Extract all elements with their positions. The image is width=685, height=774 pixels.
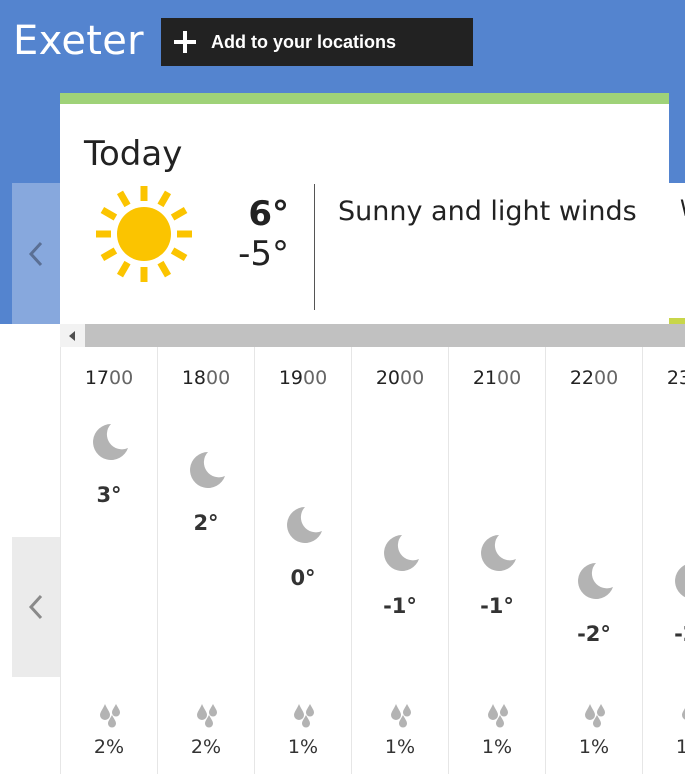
plus-icon bbox=[174, 31, 196, 53]
rain-chance: 1% bbox=[578, 736, 610, 758]
hour-temperature: 3° bbox=[96, 483, 122, 507]
hour-value: 21 bbox=[472, 367, 497, 389]
next-day-peek-text: W bbox=[680, 197, 685, 222]
hour-column[interactable]: 1900 0° 1% bbox=[254, 347, 351, 774]
moon-icon bbox=[384, 535, 419, 571]
hour-column[interactable]: 2100 -1° 1% bbox=[448, 347, 545, 774]
rain-chance: 1% bbox=[287, 736, 319, 758]
location-name: Exeter bbox=[13, 18, 144, 64]
today-title: Today bbox=[84, 134, 183, 174]
hour-time: 2300 bbox=[643, 367, 685, 389]
moon-icon bbox=[481, 535, 516, 571]
chevron-left-icon bbox=[28, 594, 43, 620]
moon-icon bbox=[287, 507, 322, 543]
raindrops-icon bbox=[488, 704, 508, 728]
hour-time: 2100 bbox=[449, 367, 545, 389]
hour-temperature: 2° bbox=[193, 511, 219, 535]
scroll-left-button[interactable] bbox=[60, 324, 84, 347]
add-to-locations-button[interactable]: Add to your locations bbox=[161, 18, 473, 66]
sun-icon bbox=[96, 186, 192, 282]
hour-temperature: -1° bbox=[480, 594, 514, 618]
raindrops-icon bbox=[294, 704, 314, 728]
hour-value: 20 bbox=[375, 367, 400, 389]
today-low-temperature: -5° bbox=[238, 234, 289, 274]
minute-value: 00 bbox=[594, 367, 619, 389]
raindrops-icon bbox=[585, 704, 605, 728]
hour-time: 1700 bbox=[61, 367, 157, 389]
hour-value: 17 bbox=[84, 367, 109, 389]
minute-value: 00 bbox=[497, 367, 522, 389]
rain-chance: 1% bbox=[675, 736, 685, 758]
raindrops-icon bbox=[197, 704, 217, 728]
next-day-card[interactable]: W bbox=[669, 183, 685, 324]
hour-temperature: -2° bbox=[674, 622, 685, 646]
hour-column[interactable]: 2300 -2° 1% bbox=[642, 347, 685, 774]
scrollbar-thumb[interactable] bbox=[85, 324, 685, 347]
hour-value: 23 bbox=[666, 367, 685, 389]
hour-column[interactable]: 1700 3° 2% bbox=[60, 347, 157, 774]
rain-chance: 1% bbox=[384, 736, 416, 758]
hour-temperature: 0° bbox=[290, 566, 316, 590]
hour-value: 19 bbox=[278, 367, 303, 389]
temperature-divider bbox=[314, 184, 315, 310]
previous-hours-button[interactable] bbox=[12, 537, 60, 677]
moon-icon bbox=[578, 563, 613, 599]
minute-value: 00 bbox=[206, 367, 231, 389]
rain-chance: 2% bbox=[93, 736, 125, 758]
today-forecast-card[interactable]: Today 6° -5° Sunny and light winds bbox=[60, 93, 669, 324]
chevron-left-icon bbox=[28, 241, 43, 266]
hour-column[interactable]: 2000 -1° 1% bbox=[351, 347, 448, 774]
hour-time: 2000 bbox=[352, 367, 448, 389]
horizontal-scrollbar[interactable] bbox=[60, 324, 685, 347]
moon-icon bbox=[190, 452, 225, 488]
moon-icon bbox=[93, 424, 128, 460]
hour-time: 2200 bbox=[546, 367, 642, 389]
rain-chance: 2% bbox=[190, 736, 222, 758]
hour-temperature: -1° bbox=[383, 594, 417, 618]
rain-chance: 1% bbox=[481, 736, 513, 758]
raindrops-icon bbox=[391, 704, 411, 728]
triangle-left-icon bbox=[69, 330, 75, 341]
hour-value: 18 bbox=[181, 367, 206, 389]
raindrops-icon bbox=[100, 704, 120, 728]
add-to-locations-label: Add to your locations bbox=[211, 31, 397, 52]
moon-icon bbox=[675, 564, 685, 598]
minute-value: 00 bbox=[400, 367, 425, 389]
hour-time: 1900 bbox=[255, 367, 351, 389]
hour-column[interactable]: 1800 2° 2% bbox=[157, 347, 254, 774]
today-high-temperature: 6° bbox=[248, 194, 289, 234]
minute-value: 00 bbox=[303, 367, 328, 389]
minute-value: 00 bbox=[109, 367, 134, 389]
hour-time: 1800 bbox=[158, 367, 254, 389]
hour-column[interactable]: 2200 -2° 1% bbox=[545, 347, 642, 774]
raindrops-icon bbox=[682, 708, 685, 720]
hour-value: 22 bbox=[569, 367, 594, 389]
previous-day-button[interactable] bbox=[12, 183, 60, 324]
today-weather-summary: Sunny and light winds bbox=[338, 196, 637, 227]
hour-temperature: -2° bbox=[577, 622, 611, 646]
hourly-forecast: 1700 3° 2% 1800 2° 2% 1900 0° 1% 2000 -1… bbox=[60, 347, 685, 774]
